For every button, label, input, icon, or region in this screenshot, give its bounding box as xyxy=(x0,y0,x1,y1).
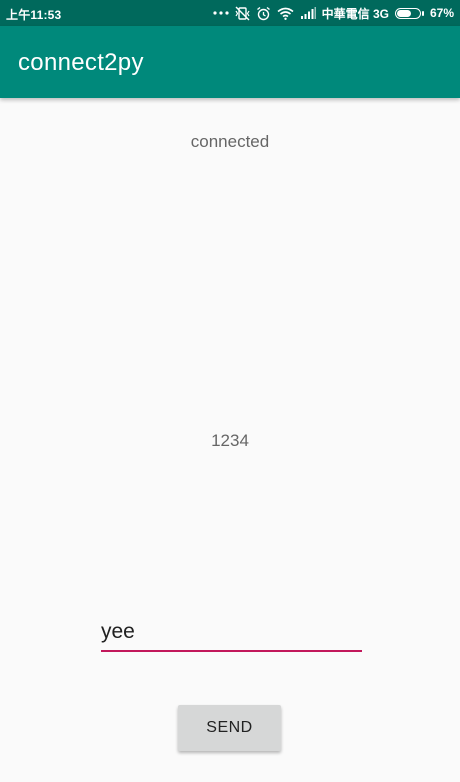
carrier-name: 中華電信 3G xyxy=(321,6,389,21)
app-bar: connect2py xyxy=(0,26,460,98)
status-bar: 上午11:53 中華電信 3G 67% xyxy=(0,0,460,26)
connection-status-text: connected xyxy=(190,132,270,151)
signal-icon xyxy=(300,7,316,19)
send-button[interactable]: SEND xyxy=(178,705,281,751)
battery-percent: 67% xyxy=(429,6,454,20)
more-dots-icon xyxy=(213,10,229,16)
status-icons: 中華電信 3G 67% xyxy=(213,4,454,22)
app-screen: 上午11:53 中華電信 3G 67% connect2py connected… xyxy=(0,0,460,782)
vibrate-off-icon xyxy=(235,6,250,21)
received-message-text: 1234 xyxy=(211,431,249,450)
alarm-icon xyxy=(256,6,271,21)
message-input[interactable] xyxy=(101,618,362,652)
wifi-icon xyxy=(277,7,294,20)
status-time: 上午11:53 xyxy=(6,8,62,22)
app-title: connect2py xyxy=(18,49,144,76)
battery-icon xyxy=(394,7,424,19)
battery-fill xyxy=(396,9,411,17)
